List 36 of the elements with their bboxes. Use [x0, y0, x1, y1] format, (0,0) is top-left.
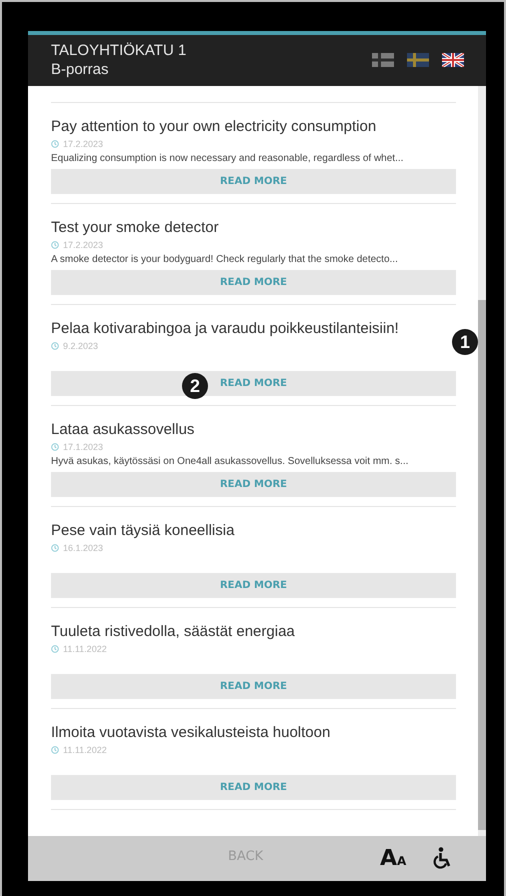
news-date: 11.11.2022	[63, 744, 107, 757]
clock-icon	[51, 140, 59, 148]
news-date: 11.11.2022	[63, 643, 107, 656]
news-title: Tuuleta ristivedolla, säästät energiaa	[51, 622, 296, 642]
news-date: 9.2.2023	[63, 340, 98, 353]
clock-icon	[51, 342, 59, 350]
news-title: Pelaa kotivarabingoa ja varaudu poikkeustilanteisiin!	[51, 319, 400, 339]
clock-icon	[51, 746, 59, 754]
news-title: Pay attention to your own electricity consumption	[51, 117, 378, 137]
staircase-name: B-porras	[51, 60, 110, 79]
news-title: Test your smoke detector	[51, 218, 220, 238]
news-excerpt: Hyvä asukas, käytössäsi on One4all asukassovellus. Sovelluksessa voit mm. s...	[51, 455, 410, 469]
flag-icon[interactable]	[442, 53, 464, 67]
news-date: 17.2.2023	[63, 239, 104, 252]
news-excerpt: Equalizing consumption is now necessary and reasonable, regardless of whet...	[51, 152, 404, 166]
read-more-button[interactable]: READ MORE	[51, 775, 456, 800]
building-name: TALOYHTIÖKATU 1	[51, 41, 186, 60]
read-more-button[interactable]: READ MORE	[51, 674, 456, 699]
news-title: Pese vain täysiä koneellisia	[51, 521, 236, 541]
clock-icon	[51, 544, 59, 552]
read-more-button[interactable]: READ MORE	[51, 270, 456, 295]
read-more-button[interactable]: READ MORE	[51, 169, 456, 194]
clock-icon	[51, 645, 59, 653]
text-size-button[interactable]: AA	[380, 846, 406, 871]
read-more-button[interactable]: READ MORE	[51, 573, 456, 598]
news-date: 16.1.2023	[63, 542, 104, 555]
news-title: Ilmoita vuotavista vesikalusteista huoltoon	[51, 723, 332, 743]
clock-icon	[51, 443, 59, 451]
read-more-button[interactable]: READ MORE	[51, 472, 456, 497]
accessibility-icon[interactable]	[433, 847, 453, 869]
clock-icon	[51, 241, 59, 249]
scrollbar[interactable]	[478, 86, 486, 836]
news-date: 17.2.2023	[63, 138, 104, 151]
news-excerpt: A smoke detector is your bodyguard! Check regularly that the smoke detecto...	[51, 253, 399, 267]
news-date: 17.1.2023	[63, 441, 104, 454]
news-title: Lataa asukassovellus	[51, 420, 196, 440]
